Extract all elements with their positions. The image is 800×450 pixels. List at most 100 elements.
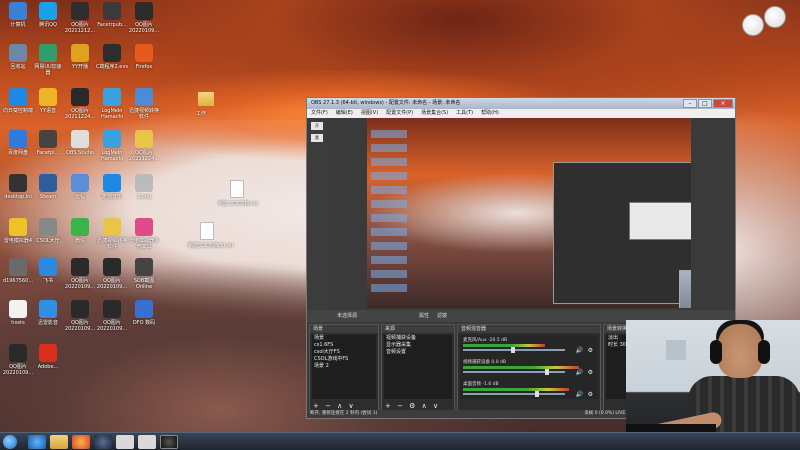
minimize-button[interactable]: –	[683, 99, 697, 108]
steam-icon[interactable]	[94, 435, 112, 449]
gear-icon[interactable]: ⚙	[588, 347, 593, 354]
volume-slider-knob[interactable]	[510, 347, 515, 353]
text-file-icon[interactable]	[230, 180, 244, 198]
csol-icon[interactable]	[116, 435, 134, 449]
speaker-icon[interactable]: 🔊	[576, 391, 583, 398]
folder-icon[interactable]	[50, 435, 68, 449]
menu-view[interactable]: 视图(V)	[361, 109, 378, 118]
desktop-icon[interactable]: 酷狗音乐	[96, 174, 128, 200]
desktop-icon[interactable]: QQ图片20220109...	[64, 300, 96, 332]
cs-icon[interactable]	[138, 435, 156, 449]
desktop-icon[interactable]: 迅捷视频转换软件	[96, 218, 128, 250]
desktop-icon[interactable]: DFO 数码	[128, 300, 160, 326]
desktop-icon[interactable]: Facetrpub...	[96, 2, 128, 28]
folder-icon[interactable]	[198, 92, 214, 106]
desktop-icon[interactable]: 迅捷视频转换软件	[128, 88, 160, 120]
maximize-button[interactable]: □	[698, 99, 712, 108]
obs-titlebar[interactable]: OBS 27.1.3 (64-bit, windows) - 配置文件: 未命名…	[307, 98, 735, 109]
desktop-icon[interactable]: 计算机	[2, 2, 34, 28]
desktop-icon[interactable]: Facetpi...	[32, 130, 64, 156]
menu-scene-collection[interactable]: 场景集合(S)	[421, 109, 448, 118]
menu-edit[interactable]: 编辑(E)	[336, 109, 353, 118]
floating-bell-icon[interactable]	[764, 6, 786, 28]
desktop-icon[interactable]: 腾讯QQ	[32, 2, 64, 28]
desktop-icon[interactable]: 飞书	[32, 258, 64, 284]
start-button[interactable]	[3, 435, 17, 449]
scene-tools[interactable]: + − ∧ ∨	[313, 402, 356, 410]
desktop-icon[interactable]: d1967560...	[2, 258, 34, 284]
desktop-icon[interactable]: hosts	[2, 300, 34, 326]
properties-button[interactable]: 属性	[419, 312, 429, 319]
desktop-icon[interactable]: 迅雷影音	[32, 300, 64, 326]
menu-help[interactable]: 帮助(H)	[481, 109, 499, 118]
left-strip-button[interactable]: 素	[311, 134, 323, 142]
scene-item[interactable]: CSOL游戏中FS	[312, 356, 376, 363]
desktop-icon[interactable]: QQ图片20211212...	[64, 2, 96, 34]
speaker-icon[interactable]: 🔊	[576, 347, 583, 354]
desktop-icon[interactable]: YY语音	[32, 88, 64, 114]
text-file-icon[interactable]	[200, 222, 214, 240]
desktop-icon-label: Adobe...	[37, 364, 59, 370]
desktop-icon[interactable]: QQ图片20220109...	[96, 300, 128, 332]
desktop-icon[interactable]: CSOL大厅	[32, 218, 64, 244]
source-item[interactable]: 音频设置	[384, 349, 452, 356]
filters-button[interactable]: 滤镜	[437, 312, 447, 319]
gear-icon[interactable]: ⚙	[588, 391, 593, 398]
left-strip-button[interactable]: 开	[311, 122, 323, 130]
desktop-icon[interactable]: 2.png	[128, 174, 160, 200]
desktop-icon[interactable]: 回收站	[2, 44, 34, 70]
desktop-icon[interactable]: QQ图片20220109...	[128, 2, 160, 34]
obs-preview[interactable]	[367, 118, 691, 308]
desktop-icon[interactable]: OBS Studio	[64, 130, 96, 156]
app-icon	[103, 2, 121, 20]
speaker-icon[interactable]: 🔊	[576, 369, 583, 376]
desktop-icon[interactable]: LogMeIn Hamachi	[96, 88, 128, 120]
desktop-icon[interactable]: QQ图片20220109...	[64, 258, 96, 290]
gear-icon[interactable]: ⚙	[588, 369, 593, 376]
desktop-icon-label: QQ图片20211212...	[64, 22, 96, 34]
desktop-icon[interactable]: 百度网盘	[2, 130, 34, 156]
desktop-icon[interactable]: 向日葵控制端	[2, 88, 34, 114]
desktop-icon[interactable]: LogMeIn Hamachi	[96, 130, 128, 162]
desktop-icon[interactable]: QQ图片20220109...	[96, 258, 128, 290]
volume-slider[interactable]	[463, 371, 565, 373]
firefox-icon[interactable]	[72, 435, 90, 449]
desktop-icon[interactable]: YY开播	[64, 44, 96, 70]
desktop-icon[interactable]: 微信	[64, 218, 96, 244]
source-tools[interactable]: + − ⚙ ∧ ∨	[385, 402, 440, 410]
desktop-icon[interactable]: 雷电模拟器多开工具	[128, 218, 160, 250]
desktop-icon[interactable]: QQ图片20220109...	[2, 344, 34, 376]
desktop-icon[interactable]: Firefox	[128, 44, 160, 70]
app-icon	[9, 258, 27, 276]
close-button[interactable]: ×	[713, 99, 733, 108]
ie-icon[interactable]	[28, 435, 46, 449]
volume-slider-knob[interactable]	[545, 369, 550, 375]
desktop-icon[interactable]: 网易UU加速器	[32, 44, 64, 76]
desktop-icon[interactable]: Adobe...	[32, 344, 64, 370]
floating-assistant-icon[interactable]	[742, 14, 764, 36]
scene-item[interactable]: csol大厅FS	[312, 349, 376, 356]
scene-item[interactable]: 场景 2	[312, 363, 376, 370]
desktop-icon[interactable]: Steam	[32, 174, 64, 200]
menu-tools[interactable]: 工具(T)	[456, 109, 473, 118]
desktop-icon[interactable]: 远程	[64, 174, 96, 200]
app-icon	[39, 344, 57, 362]
desktop-icon[interactable]: SOB截图 Online	[128, 258, 160, 290]
source-item[interactable]: 视频捕获设备	[384, 335, 452, 342]
desktop-icon[interactable]: C端程序2.evs	[96, 44, 128, 70]
desktop-icon[interactable]: QQ图片20211224...	[128, 130, 160, 162]
obs-icon[interactable]	[160, 435, 178, 449]
menu-file[interactable]: 文件(F)	[311, 109, 328, 118]
mixer-title: 音频混音器	[458, 325, 600, 333]
desktop-icon-label: Firefox	[135, 64, 153, 70]
scene-item[interactable]: cs1.6FS	[312, 342, 376, 349]
menu-profile[interactable]: 配置文件(P)	[386, 109, 413, 118]
volume-slider[interactable]	[463, 393, 565, 395]
scene-item[interactable]: 场景	[312, 335, 376, 342]
volume-slider-knob[interactable]	[534, 391, 539, 397]
desktop-icon[interactable]: desktop.ini	[2, 174, 34, 200]
desktop-icon[interactable]: QQ图片20211224...	[64, 88, 96, 120]
audio-meter	[463, 388, 569, 391]
source-item[interactable]: 显示器采集	[384, 342, 452, 349]
desktop-icon[interactable]: 雷电模拟器4	[2, 218, 34, 244]
